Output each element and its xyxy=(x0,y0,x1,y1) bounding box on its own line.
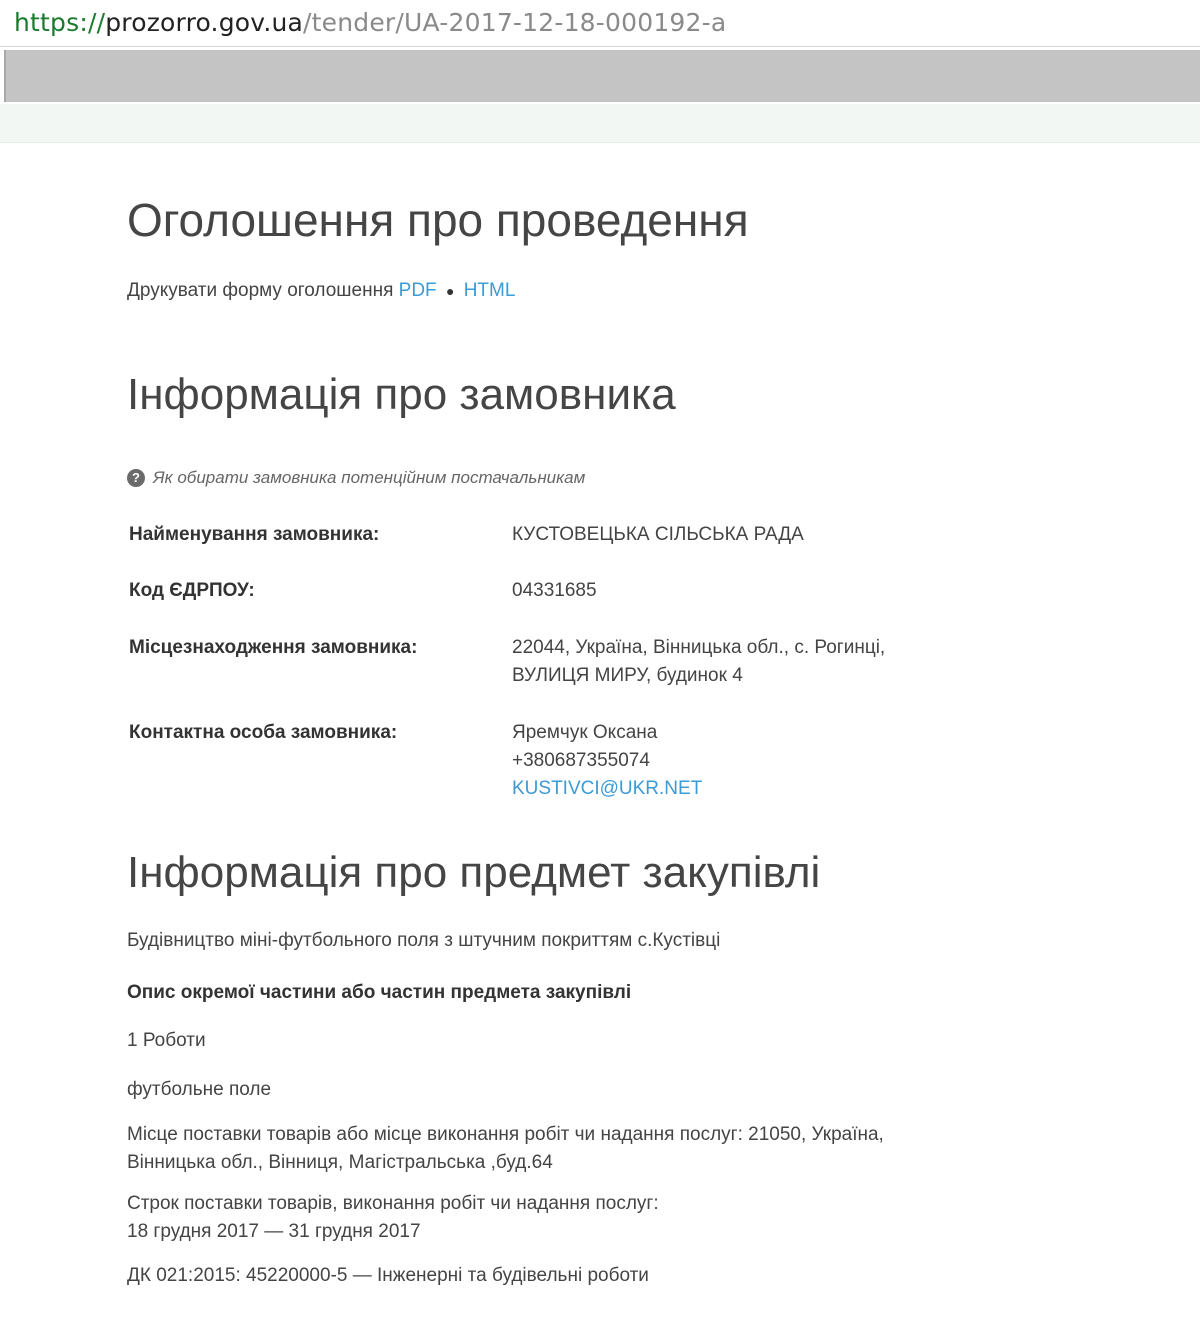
lots-heading: Опис окремої частини або частин предмета… xyxy=(127,982,632,1003)
delivery-place: Місце поставки товарів або місце виконан… xyxy=(127,1121,1027,1177)
subject-description: Будівництво міні-футбольного поля з штуч… xyxy=(127,930,721,951)
address-bar[interactable]: https://prozorro.gov.ua/tender/UA-2017-1… xyxy=(0,0,1200,47)
customer-contact-label: Контактна особа замовника: xyxy=(129,722,398,743)
item-name: футбольне поле xyxy=(127,1079,272,1100)
contact-phone: +380687355074 xyxy=(512,750,650,771)
customer-name-label: Найменування замовника: xyxy=(129,524,380,545)
customer-address-value: 22044, Україна, Вінницька обл., с. Рогин… xyxy=(512,634,1032,690)
customer-contact-value: Яремчук Оксана +380687355074 KUSTIVCI@UK… xyxy=(512,719,1032,803)
print-form-line: Друкувати форму оголошення PDF ● HTML xyxy=(127,280,515,302)
item-quantity: 1 Роботи xyxy=(127,1030,206,1051)
customer-info-heading: Інформація про замовника xyxy=(127,370,676,419)
delivery-place-line2: Вінницька обл., Вінниця, Магістральська … xyxy=(127,1152,553,1173)
classifier-code: ДК 021:2015: 45220000-5 — Інженерні та б… xyxy=(127,1265,649,1286)
url-host: prozorro.gov.ua xyxy=(105,8,304,37)
subject-info-heading: Інформація про предмет закупівлі xyxy=(127,848,821,897)
customer-choice-hint[interactable]: ? Як обирати замовника потенційним поста… xyxy=(127,468,585,488)
customer-address-line2: ВУЛИЦЯ МИРУ, будинок 4 xyxy=(512,665,743,686)
customer-code-label: Код ЄДРПОУ: xyxy=(129,580,255,601)
customer-address-line1: 22044, Україна, Вінницька обл., с. Рогин… xyxy=(512,637,886,658)
question-icon: ? xyxy=(127,469,145,487)
customer-hint-text: Як обирати замовника потенційним постача… xyxy=(153,468,586,487)
url-scheme: https:// xyxy=(14,8,106,37)
print-html-link[interactable]: HTML xyxy=(464,280,516,301)
delivery-term: Строк поставки товарів, виконання робіт … xyxy=(127,1190,1027,1246)
contact-name: Яремчук Оксана xyxy=(512,722,658,743)
delivery-place-line1: Місце поставки товарів або місце виконан… xyxy=(127,1124,884,1145)
page-title: Оголошення про проведення xyxy=(127,194,749,246)
print-pdf-link[interactable]: PDF xyxy=(399,280,437,301)
site-header-bar xyxy=(4,50,1200,102)
site-subheader-strip xyxy=(0,104,1200,143)
customer-code-value: 04331685 xyxy=(512,580,597,601)
url-path: /tender/UA-2017-12-18-000192-a xyxy=(303,8,727,37)
customer-address-label: Місцезнаходження замовника: xyxy=(129,637,418,658)
customer-name-value: КУСТОВЕЦЬКА СІЛЬСЬКА РАДА xyxy=(512,524,804,545)
contact-email-link[interactable]: KUSTIVCI@UKR.NET xyxy=(512,775,1032,803)
delivery-term-label: Строк поставки товарів, виконання робіт … xyxy=(127,1193,659,1214)
delivery-term-dates: 18 грудня 2017 — 31 грудня 2017 xyxy=(127,1221,421,1242)
url-text[interactable]: https://prozorro.gov.ua/tender/UA-2017-1… xyxy=(14,8,726,38)
print-form-label: Друкувати форму оголошення xyxy=(127,280,394,301)
print-separator: ● xyxy=(445,283,455,299)
